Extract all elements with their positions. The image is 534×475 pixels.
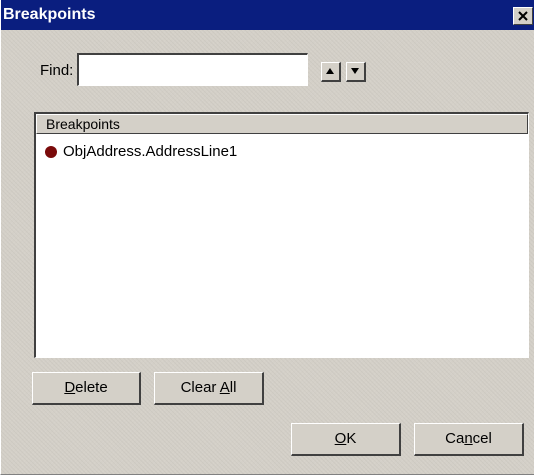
breakpoints-column-header[interactable]: Breakpoints bbox=[36, 114, 528, 134]
ok-button[interactable]: OK bbox=[291, 423, 401, 456]
cancel-button[interactable]: Cancel bbox=[414, 423, 524, 456]
arrow-up-icon bbox=[326, 68, 334, 74]
ok-label-rest: K bbox=[346, 430, 357, 447]
find-input[interactable] bbox=[77, 53, 308, 86]
list-item[interactable]: ObjAddress.AddressLine1 bbox=[36, 142, 516, 162]
breakpoint-label: ObjAddress.AddressLine1 bbox=[63, 143, 238, 160]
breakpoints-list[interactable]: Breakpoints ObjAddress.AddressLine1 bbox=[34, 112, 529, 358]
clear-all-label-before: Clear bbox=[180, 379, 220, 396]
breakpoints-dialog: Breakpoints Find: Breakpoints ObjAddress… bbox=[0, 0, 534, 475]
title-bar[interactable]: Breakpoints bbox=[1, 0, 534, 30]
find-label: Find: bbox=[40, 62, 74, 79]
close-x-icon bbox=[518, 11, 528, 21]
arrow-down-icon bbox=[351, 68, 359, 74]
delete-mnemonic: D bbox=[64, 379, 76, 396]
clear-all-label-rest: ll bbox=[229, 379, 237, 396]
ok-mnemonic: O bbox=[334, 430, 347, 447]
find-next-button[interactable] bbox=[346, 62, 366, 82]
clear-all-button[interactable]: Clear All bbox=[154, 372, 264, 405]
window-title: Breakpoints bbox=[3, 6, 96, 23]
clear-all-mnemonic: A bbox=[219, 379, 230, 396]
cancel-mnemonic: n bbox=[464, 430, 473, 447]
cancel-label-rest: cel bbox=[472, 430, 492, 447]
delete-button[interactable]: Delete bbox=[32, 372, 141, 405]
cancel-label-before: Ca bbox=[445, 430, 465, 447]
breakpoint-dot-icon bbox=[45, 146, 57, 158]
find-previous-button[interactable] bbox=[321, 62, 341, 82]
close-button[interactable] bbox=[513, 7, 533, 25]
delete-label-rest: elete bbox=[75, 379, 108, 396]
